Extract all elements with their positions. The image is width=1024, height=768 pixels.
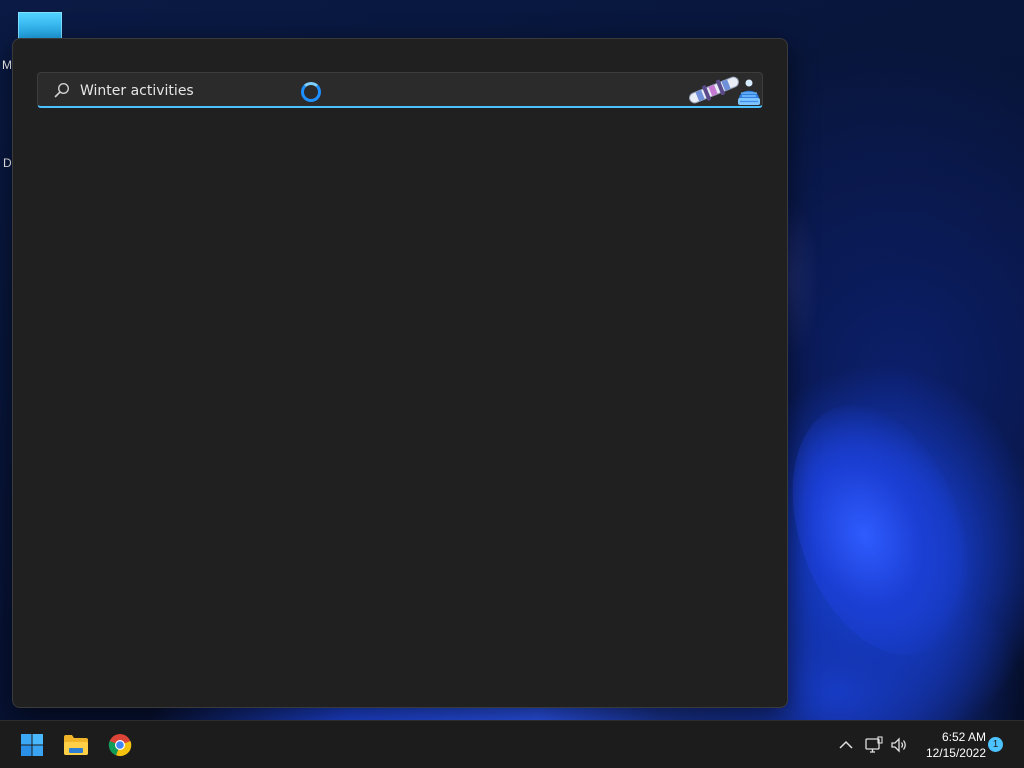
- taskbar: 6:52 AM 12/15/2022 1: [0, 720, 1024, 768]
- notification-badge[interactable]: 1: [988, 737, 1003, 752]
- clock[interactable]: 6:52 AM 12/15/2022: [914, 729, 986, 761]
- search-panel: [12, 38, 788, 708]
- search-icon: [54, 82, 70, 98]
- clock-time: 6:52 AM: [941, 730, 986, 744]
- chrome-icon: [108, 734, 132, 757]
- clock-date: 12/15/2022: [925, 746, 986, 760]
- loading-icon: [301, 82, 321, 102]
- wallpaper-bloom: [760, 380, 1000, 680]
- search-input[interactable]: [78, 79, 382, 103]
- search-box[interactable]: [37, 72, 763, 108]
- start-button[interactable]: [14, 727, 50, 763]
- chevron-up-icon[interactable]: [836, 735, 856, 755]
- desktop-icon-label[interactable]: M: [2, 58, 12, 72]
- network-icon[interactable]: [864, 735, 884, 755]
- snowboard-icon[interactable]: [686, 75, 742, 105]
- beanie-icon[interactable]: [736, 79, 762, 107]
- chrome-button[interactable]: [102, 727, 138, 763]
- windows-logo-icon: [21, 734, 43, 756]
- volume-icon[interactable]: [889, 735, 909, 755]
- folder-icon: [64, 735, 88, 755]
- file-explorer-button[interactable]: [58, 727, 94, 763]
